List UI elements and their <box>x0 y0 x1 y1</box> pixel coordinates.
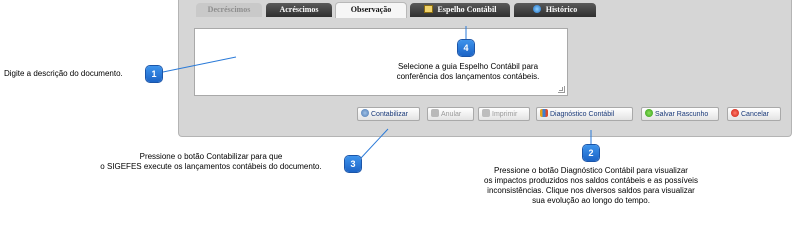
callout-2-text: Pressione o botão Diagnóstico Contábil p… <box>456 166 726 206</box>
callout-badge-2: 2 <box>583 145 599 161</box>
callout-3-line-1: Pressione o botão Contabilizar para que <box>139 152 283 161</box>
callout-badge-4: 4 <box>458 40 474 56</box>
callout-4-line-2: conferência dos lançamentos contábeis. <box>396 72 540 81</box>
callout-2-line-2: os impactos produzidos nos saldos contáb… <box>484 176 698 185</box>
callout-4-line-1: Selecione a guia Espelho Contábil para <box>397 62 539 71</box>
callout-2-line-1: Pressione o botão Diagnóstico Contábil p… <box>494 166 688 175</box>
callout-badge-3: 3 <box>345 156 361 172</box>
callout-badge-1: 1 <box>146 66 162 82</box>
callout-2-line-4: sua evolução ao longo do tempo. <box>532 196 650 205</box>
callout-3-text: Pressione o botão Contabilizar para que … <box>80 152 342 172</box>
callout-1-text: Digite a descrição do documento. <box>4 69 123 78</box>
callout-4-text: Selecione a guia Espelho Contábil para c… <box>383 62 553 82</box>
callout-2-line-3: inconsistências. Clique nos diversos sal… <box>487 186 695 195</box>
callout-3-line-2: o SIGEFES execute os lançamentos contábe… <box>100 162 322 171</box>
